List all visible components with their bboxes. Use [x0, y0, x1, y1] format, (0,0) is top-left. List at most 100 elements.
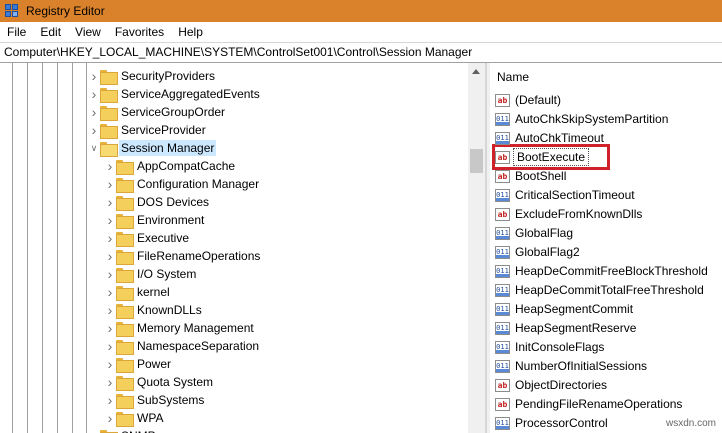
chevron-right-icon[interactable]: ›	[104, 409, 116, 427]
folder-icon	[116, 267, 134, 283]
tree-scrollbar[interactable]	[468, 63, 485, 433]
value-row[interactable]: 011 HeapDeCommitTotalFreeThreshold	[495, 281, 706, 299]
value-row[interactable]: 011 HeapSegmentCommit	[495, 300, 635, 318]
menu-help[interactable]: Help	[171, 22, 210, 42]
folder-icon	[116, 249, 134, 265]
binary-value-icon: 011	[495, 245, 510, 259]
tree-item[interactable]: › kernel	[104, 283, 172, 301]
tree-item[interactable]: › SubSystems	[104, 391, 206, 409]
chevron-right-icon[interactable]: ›	[104, 211, 116, 229]
value-row[interactable]: ab ExcludeFromKnownDlls	[495, 205, 644, 223]
value-row[interactable]: ab ObjectDirectories	[495, 376, 609, 394]
folder-icon	[116, 303, 134, 319]
chevron-right-icon[interactable]: ›	[104, 337, 116, 355]
string-value-icon: ab	[495, 397, 510, 411]
tree-item[interactable]: › Configuration Manager	[104, 175, 261, 193]
tree-item[interactable]: › FileRenameOperations	[104, 247, 262, 265]
chevron-right-icon[interactable]: ›	[88, 103, 100, 121]
menu-favorites[interactable]: Favorites	[108, 22, 171, 42]
menu-view[interactable]: View	[68, 22, 108, 42]
value-name: ObjectDirectories	[515, 378, 608, 392]
tree-item[interactable]: › DOS Devices	[104, 193, 211, 211]
menu-edit[interactable]: Edit	[33, 22, 68, 42]
value-row[interactable]: 011 InitConsoleFlags	[495, 338, 606, 356]
tree-item[interactable]: › KnownDLLs	[104, 301, 204, 319]
tree-item[interactable]: › SNMP	[88, 427, 158, 433]
value-row[interactable]: ab PendingFileRenameOperations	[495, 395, 684, 413]
value-name: HeapDeCommitTotalFreeThreshold	[515, 283, 704, 297]
tree-item[interactable]: › Memory Management	[104, 319, 256, 337]
tree-item[interactable]: › ServiceAggregatedEvents	[88, 85, 262, 103]
tree-item-selected[interactable]: ∨ Session Manager	[88, 139, 217, 157]
tree-item[interactable]: › Quota System	[104, 373, 215, 391]
tree-item-label: Session Manager	[119, 140, 217, 156]
value-row[interactable]: 011 AutoChkTimeout	[495, 129, 606, 147]
scroll-thumb[interactable]	[470, 149, 483, 173]
key-tree-pane[interactable]: › SecurityProviders › ServiceAggregatedEven…	[0, 63, 486, 433]
value-row[interactable]: 011 NumberOfInitialSessions	[495, 357, 649, 375]
value-name: NumberOfInitialSessions	[515, 359, 648, 373]
folder-icon	[116, 321, 134, 337]
column-header-name[interactable]: Name	[490, 63, 722, 91]
tree-item[interactable]: › AppCompatCache	[104, 157, 237, 175]
folder-icon	[100, 123, 118, 139]
value-row[interactable]: ab BootShell	[495, 167, 568, 185]
chevron-right-icon[interactable]: ›	[104, 193, 116, 211]
binary-value-icon: 011	[495, 283, 510, 297]
tree-guide-line	[27, 63, 28, 433]
value-name: (Default)	[515, 93, 562, 107]
chevron-right-icon[interactable]: ›	[104, 229, 116, 247]
chevron-right-icon[interactable]: ›	[104, 247, 116, 265]
values-pane[interactable]: Name ab (Default) 011 AutoChkSkipSystemPart…	[490, 63, 722, 433]
tree-item[interactable]: › ServiceProvider	[88, 121, 208, 139]
chevron-right-icon[interactable]: ›	[88, 121, 100, 139]
value-row[interactable]: 011 GlobalFlag2	[495, 243, 582, 261]
tree-item[interactable]: › SecurityProviders	[88, 67, 217, 85]
tree-guide-line	[72, 63, 73, 433]
menu-file[interactable]: File	[0, 22, 33, 42]
tree-item-label: AppCompatCache	[137, 159, 236, 173]
tree-item[interactable]: › Executive	[104, 229, 191, 247]
chevron-right-icon[interactable]: ›	[104, 373, 116, 391]
folder-icon	[100, 69, 118, 85]
chevron-right-icon[interactable]: ›	[104, 175, 116, 193]
chevron-right-icon[interactable]: ›	[88, 427, 100, 433]
value-row[interactable]: 011 GlobalFlag	[495, 224, 575, 242]
chevron-right-icon[interactable]: ›	[104, 355, 116, 373]
value-row[interactable]: 011 CriticalSectionTimeout	[495, 186, 637, 204]
tree-item[interactable]: › I/O System	[104, 265, 198, 283]
address-bar[interactable]: Computer\HKEY_LOCAL_MACHINE\SYSTEM\Contr…	[0, 42, 722, 63]
chevron-down-icon[interactable]: ∨	[88, 139, 100, 157]
folder-icon	[116, 285, 134, 301]
chevron-right-icon[interactable]: ›	[104, 157, 116, 175]
value-name: InitConsoleFlags	[515, 340, 605, 354]
value-row[interactable]: ab (Default)	[495, 91, 563, 109]
tree-item-label: SNMP	[119, 428, 158, 433]
chevron-right-icon[interactable]: ›	[88, 85, 100, 103]
chevron-right-icon[interactable]: ›	[88, 67, 100, 85]
value-row[interactable]: 011 HeapSegmentReserve	[495, 319, 638, 337]
folder-icon	[100, 87, 118, 103]
value-name: AutoChkSkipSystemPartition	[515, 112, 669, 126]
chevron-right-icon[interactable]: ›	[104, 265, 116, 283]
chevron-right-icon[interactable]: ›	[104, 319, 116, 337]
value-name: BootShell	[515, 169, 567, 183]
chevron-right-icon[interactable]: ›	[104, 283, 116, 301]
folder-icon	[116, 213, 134, 229]
tree-item[interactable]: › ServiceGroupOrder	[88, 103, 227, 121]
chevron-right-icon[interactable]: ›	[104, 301, 116, 319]
tree-item[interactable]: › Power	[104, 355, 173, 373]
tree-item[interactable]: › Environment	[104, 211, 206, 229]
tree-item[interactable]: › WPA	[104, 409, 165, 427]
tree-item[interactable]: › NamespaceSeparation	[104, 337, 261, 355]
folder-icon	[116, 195, 134, 211]
value-row[interactable]: 011 HeapDeCommitFreeBlockThreshold	[495, 262, 710, 280]
value-row[interactable]: 011 AutoChkSkipSystemPartition	[495, 110, 670, 128]
tree-item-label: Memory Management	[137, 321, 254, 335]
scroll-up-arrow-icon[interactable]	[472, 69, 480, 74]
value-row[interactable]: 011 ProcessorControl	[495, 414, 610, 432]
value-name: AutoChkTimeout	[515, 131, 604, 145]
value-row[interactable]: ab BootExecute	[495, 148, 590, 166]
chevron-right-icon[interactable]: ›	[104, 391, 116, 409]
title-bar[interactable]: Registry Editor	[0, 0, 722, 22]
